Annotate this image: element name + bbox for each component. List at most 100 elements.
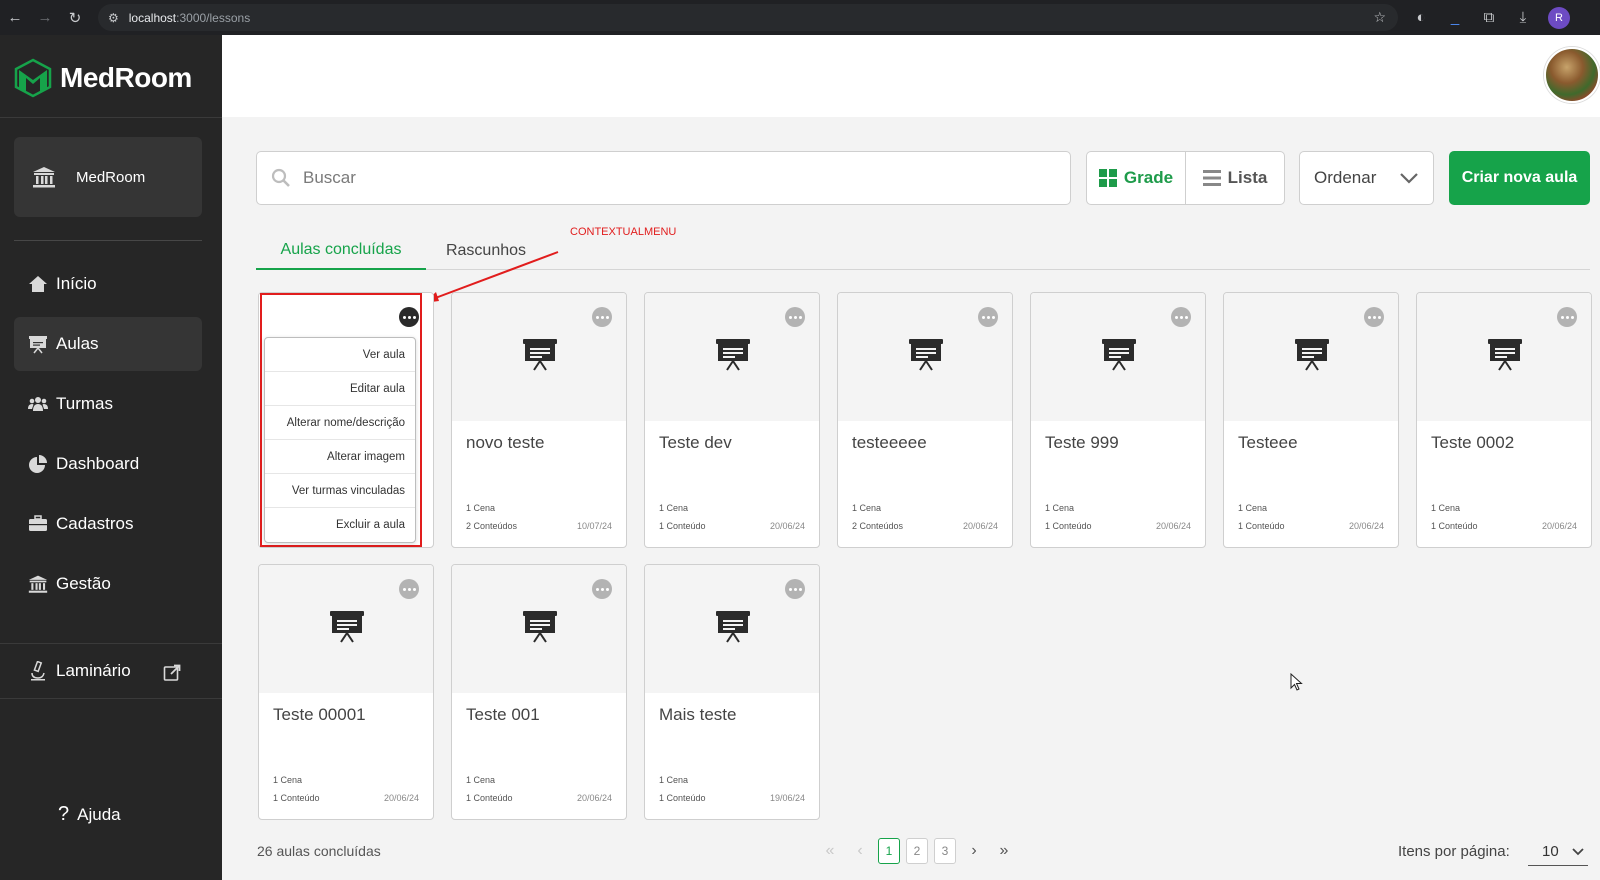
- presentation-icon: [1102, 338, 1136, 376]
- more-options-icon[interactable]: [1364, 307, 1384, 327]
- url-path: :3000/lessons: [176, 10, 251, 25]
- sidebar-item-turmas[interactable]: Turmas: [14, 377, 202, 431]
- url-host: localhost: [128, 10, 177, 25]
- list-view-button[interactable]: Lista: [1186, 152, 1284, 204]
- menu-item-alterar-nome[interactable]: Alterar nome/descrição: [265, 406, 415, 440]
- sidebar-item-label: Turmas: [56, 394, 113, 413]
- sidebar-item-inicio[interactable]: Início: [14, 257, 202, 311]
- more-options-icon[interactable]: [592, 579, 612, 599]
- address-bar[interactable]: ⚙ localhost:3000/lessons ☆: [98, 4, 1398, 31]
- lesson-scene-count: 1 Cena: [466, 775, 496, 785]
- presentation-icon: [523, 338, 557, 376]
- lesson-card[interactable]: Teste 0002 1 Cena 1 Conteúdo 20/06/24: [1416, 292, 1592, 548]
- list-view-label: Lista: [1227, 168, 1268, 187]
- page-button[interactable]: 1: [878, 838, 900, 864]
- menu-item-ver-aula[interactable]: Ver aula: [265, 338, 415, 372]
- bookmark-star-icon[interactable]: ☆: [1373, 9, 1386, 26]
- lesson-card[interactable]: testeeeee 1 Cena 2 Conteúdos 20/06/24: [837, 292, 1013, 548]
- lesson-card[interactable]: Teste 999 1 Cena 1 Conteúdo 20/06/24: [1030, 292, 1206, 548]
- presentation-icon: [28, 334, 48, 354]
- institution-icon: [33, 167, 55, 188]
- per-page-select[interactable]: 10: [1528, 838, 1588, 866]
- lesson-date: 20/06/24: [769, 521, 805, 531]
- more-options-icon[interactable]: [1557, 307, 1577, 327]
- sidebar-item-dashboard[interactable]: Dashboard: [14, 437, 202, 491]
- next-page-icon[interactable]: ›: [962, 839, 986, 863]
- lesson-date: 20/06/24: [962, 521, 998, 531]
- download-icon[interactable]: ⤓: [1514, 9, 1532, 27]
- sidebar-item-label: Início: [56, 274, 97, 293]
- organization-selector[interactable]: MedRoom: [14, 137, 202, 217]
- site-settings-icon[interactable]: ⚙: [108, 11, 119, 25]
- user-avatar[interactable]: [1544, 47, 1600, 103]
- more-options-icon[interactable]: [399, 579, 419, 599]
- lesson-card[interactable]: Mais teste 1 Cena 1 Conteúdo 19/06/24: [644, 564, 820, 820]
- lesson-scene-count: 1 Cena: [659, 775, 689, 785]
- medroom-logo[interactable]: MedRoom: [14, 58, 192, 98]
- lesson-title: Testeee: [1238, 433, 1298, 452]
- create-lesson-button[interactable]: Criar nova aula: [1449, 151, 1590, 205]
- sidebar-item-aulas[interactable]: Aulas: [14, 317, 202, 371]
- search-input[interactable]: [303, 168, 1023, 188]
- lesson-content-count: 1 Conteúdo: [1045, 521, 1092, 531]
- lesson-title: Teste 001: [466, 705, 540, 724]
- sidebar-item-cadastros[interactable]: Cadastros: [14, 497, 202, 551]
- extension-bulb-icon[interactable]: ◐: [1412, 9, 1430, 27]
- per-page-value: 10: [1542, 843, 1559, 860]
- pie-chart-icon: [28, 454, 48, 474]
- sidebar-item-gestao[interactable]: Gestão: [14, 557, 202, 611]
- tab-aulas-concluidas[interactable]: Aulas concluídas: [256, 232, 426, 270]
- lesson-card[interactable]: Teste 00001 1 Cena 1 Conteúdo 20/06/24: [258, 564, 434, 820]
- lesson-content-count: 2 Conteúdos: [466, 521, 518, 531]
- sidebar-item-label: Cadastros: [56, 514, 134, 533]
- pagination: « ‹ 1 2 3 › »: [818, 838, 1016, 864]
- lesson-scene-count: 1 Cena: [852, 503, 882, 513]
- lesson-date: 10/07/24: [576, 521, 612, 531]
- lesson-card[interactable]: Testeee 1 Cena 1 Conteúdo 20/06/24: [1223, 292, 1399, 548]
- grid-view-button[interactable]: Grade: [1087, 152, 1186, 204]
- more-options-icon[interactable]: [978, 307, 998, 327]
- lesson-title: Teste 999: [1045, 433, 1119, 452]
- browser-profile-avatar[interactable]: R: [1548, 6, 1570, 29]
- menu-item-alterar-imagem[interactable]: Alterar imagem: [265, 440, 415, 474]
- grid-view-label: Grade: [1123, 168, 1174, 187]
- presentation-icon: [716, 338, 750, 376]
- more-options-icon[interactable]: [592, 307, 612, 327]
- help-link[interactable]: ? Ajuda: [58, 803, 121, 826]
- order-dropdown[interactable]: Ordenar: [1299, 151, 1434, 205]
- lesson-card[interactable]: Teste dev 1 Cena 1 Conteúdo 20/06/24: [644, 292, 820, 548]
- lesson-title: Teste dev: [659, 433, 732, 452]
- grid-icon: [1098, 169, 1117, 187]
- back-arrow-icon[interactable]: ←: [6, 9, 24, 27]
- prev-page-icon[interactable]: ‹: [848, 839, 872, 863]
- first-page-icon[interactable]: «: [818, 839, 842, 863]
- menu-item-editar-aula[interactable]: Editar aula: [265, 372, 415, 406]
- menu-item-excluir-aula[interactable]: Excluir a aula: [265, 508, 415, 542]
- divider: [0, 698, 222, 699]
- lesson-title: testeeeee: [852, 433, 927, 452]
- sidebar-item-label: Laminário: [56, 661, 131, 680]
- search-box[interactable]: [256, 151, 1071, 205]
- reload-icon[interactable]: ↻: [66, 9, 84, 27]
- presentation-icon: [1295, 338, 1329, 376]
- chevron-down-icon: [1400, 173, 1418, 184]
- forward-arrow-icon[interactable]: →: [36, 9, 54, 27]
- last-page-icon[interactable]: »: [992, 839, 1016, 863]
- more-options-icon[interactable]: [785, 579, 805, 599]
- more-options-icon[interactable]: [1171, 307, 1191, 327]
- presentation-icon: [1488, 338, 1522, 376]
- menu-item-ver-turmas[interactable]: Ver turmas vinculadas: [265, 474, 415, 508]
- page-button[interactable]: 3: [934, 838, 956, 864]
- lesson-card[interactable]: novo teste 1 Cena 2 Conteúdos 10/07/24: [451, 292, 627, 548]
- lesson-content-count: 1 Conteúdo: [466, 793, 513, 803]
- question-mark-icon: ?: [58, 803, 70, 825]
- download-progress-icon[interactable]: _: [1446, 9, 1464, 27]
- presentation-icon: [909, 338, 943, 376]
- context-menu: Ver aula Editar aula Alterar nome/descri…: [264, 337, 416, 543]
- extensions-puzzle-icon[interactable]: ⧉: [1480, 9, 1498, 27]
- page-button[interactable]: 2: [906, 838, 928, 864]
- lesson-card[interactable]: Teste 001 1 Cena 1 Conteúdo 20/06/24: [451, 564, 627, 820]
- more-options-icon[interactable]: [785, 307, 805, 327]
- external-link-icon[interactable]: [163, 664, 181, 682]
- lesson-title: Mais teste: [659, 705, 737, 724]
